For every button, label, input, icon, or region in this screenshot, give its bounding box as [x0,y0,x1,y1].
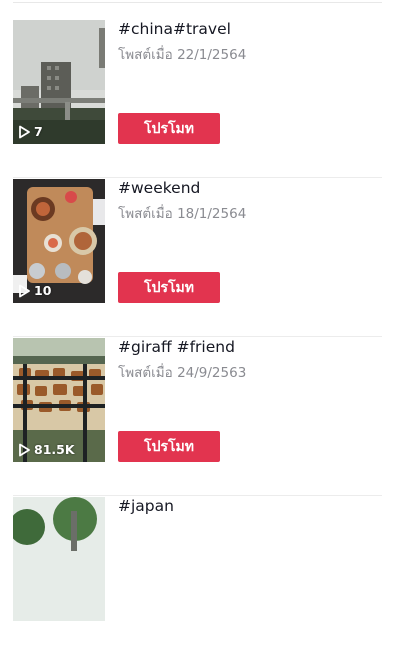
video-post-2[interactable]: 10 #weekend โพสต์เมื่อ 18/1/2564 โปรโมท [0,179,400,337]
posted-date: โพสต์เมื่อ 22/1/2564 [118,47,247,63]
promote-button[interactable]: โปรโมท [118,113,220,144]
play-outline-icon [19,284,30,297]
post-divider [13,495,382,496]
promote-button[interactable]: โปรโมท [118,272,220,303]
video-post-3[interactable]: 81.5K #giraff #friend โพสต์เมื่อ 24/9/25… [0,338,400,496]
post-divider [13,177,382,178]
video-post-4[interactable]: #japan [0,497,400,655]
top-divider [13,2,382,3]
post-caption: #giraff #friend [118,338,235,356]
video-thumbnail-1[interactable]: 7 [13,20,105,144]
posted-date: โพสต์เมื่อ 18/1/2564 [118,206,247,222]
view-count-value: 81.5K [34,442,75,457]
view-count: 7 [17,124,43,139]
video-thumbnail-3[interactable]: 81.5K [13,338,105,462]
play-outline-icon [19,125,30,138]
video-thumbnail-2[interactable]: 10 [13,179,105,303]
view-count: 10 [17,283,51,298]
view-count: 81.5K [17,442,75,457]
posted-date: โพสต์เมื่อ 24/9/2563 [118,365,247,381]
video-post-1[interactable]: 7 #china#travel โพสต์เมื่อ 22/1/2564 โปร… [0,20,400,178]
view-count-value: 7 [34,124,43,139]
promote-button[interactable]: โปรโมท [118,431,220,462]
post-caption: #china#travel [118,20,231,38]
play-outline-icon [19,443,30,456]
post-caption: #japan [118,497,174,515]
post-divider [13,336,382,337]
video-thumbnail-4[interactable] [13,497,105,621]
view-count-value: 10 [34,283,52,298]
thumbnail-image-trees [13,497,105,621]
post-caption: #weekend [118,179,201,197]
